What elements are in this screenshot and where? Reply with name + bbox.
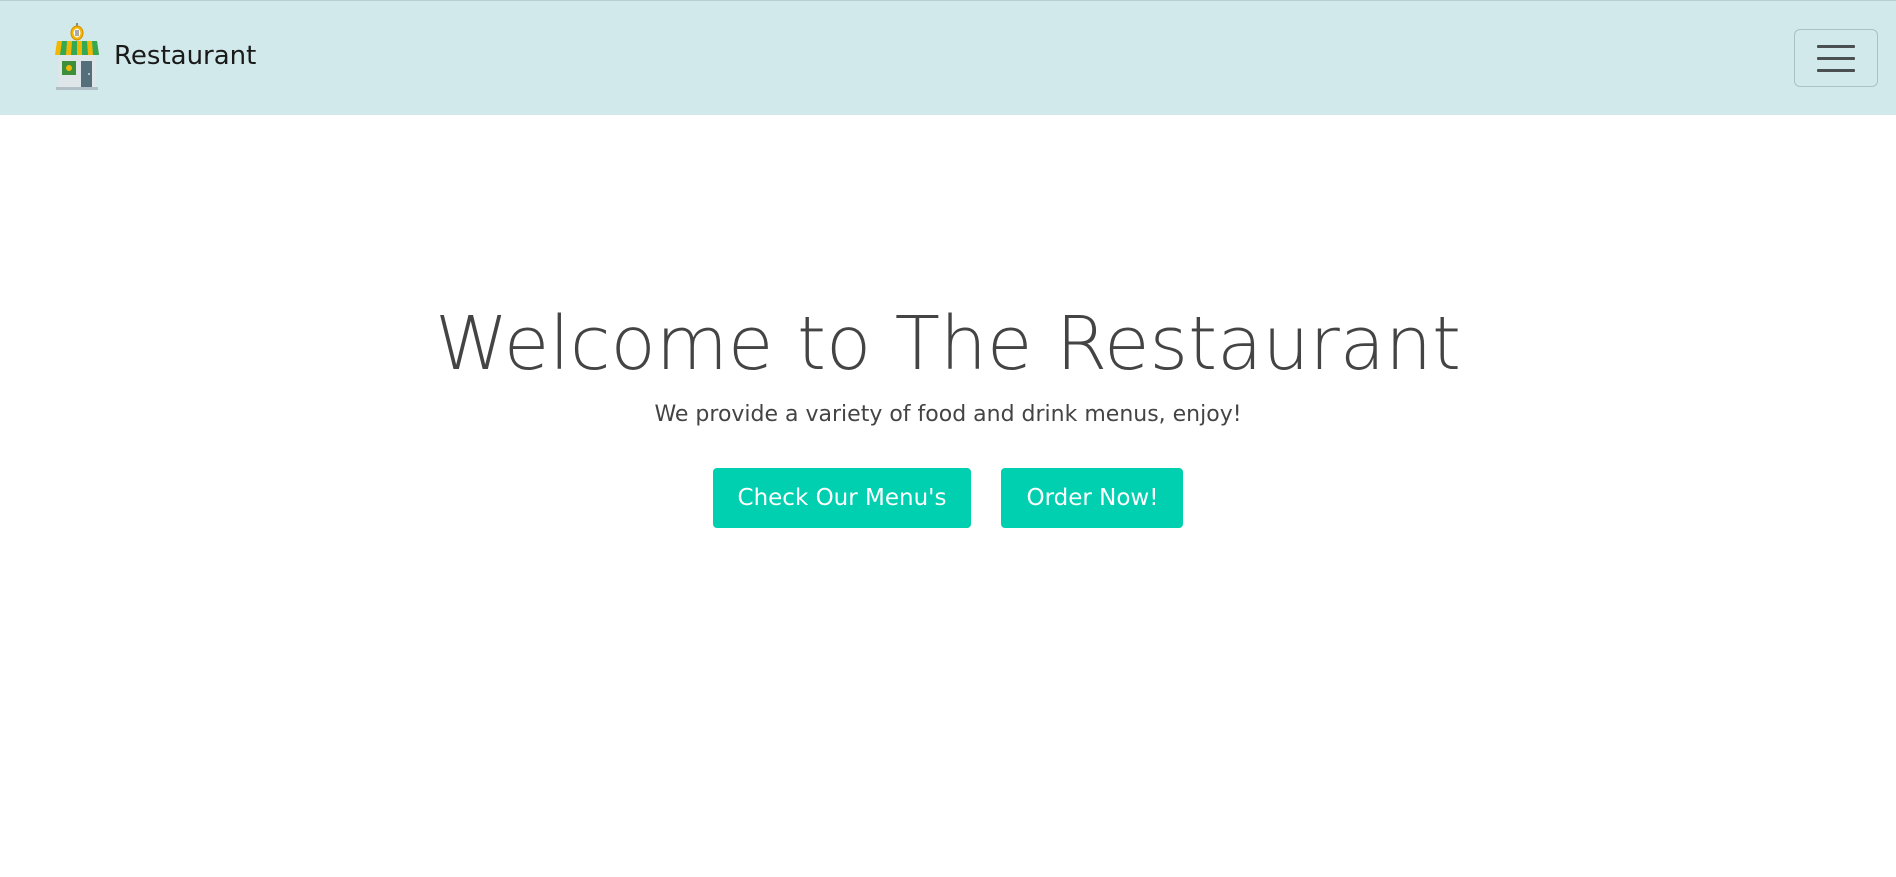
hamburger-menu-icon: [1817, 56, 1855, 60]
hero-actions: Check Our Menu's Order Now!: [0, 468, 1896, 528]
page: Restaurant Welcome to The Restaurant We …: [0, 0, 1896, 877]
hero-section: Welcome to The Restaurant We provide a v…: [0, 300, 1896, 528]
hamburger-menu-icon: [1817, 68, 1855, 72]
navbar: Restaurant: [0, 0, 1896, 115]
navbar-toggler-button[interactable]: [1794, 29, 1878, 87]
order-now-button[interactable]: Order Now!: [1001, 468, 1184, 528]
hero-title: Welcome to The Restaurant: [434, 301, 1462, 387]
restaurant-storefront-icon: [55, 23, 99, 90]
brand-name: Restaurant: [114, 41, 257, 71]
brand-link[interactable]: Restaurant: [54, 21, 256, 91]
check-menu-button[interactable]: Check Our Menu's: [712, 468, 972, 528]
hamburger-menu-icon: [1817, 44, 1855, 48]
hero-subtitle: We provide a variety of food and drink m…: [654, 402, 1242, 427]
